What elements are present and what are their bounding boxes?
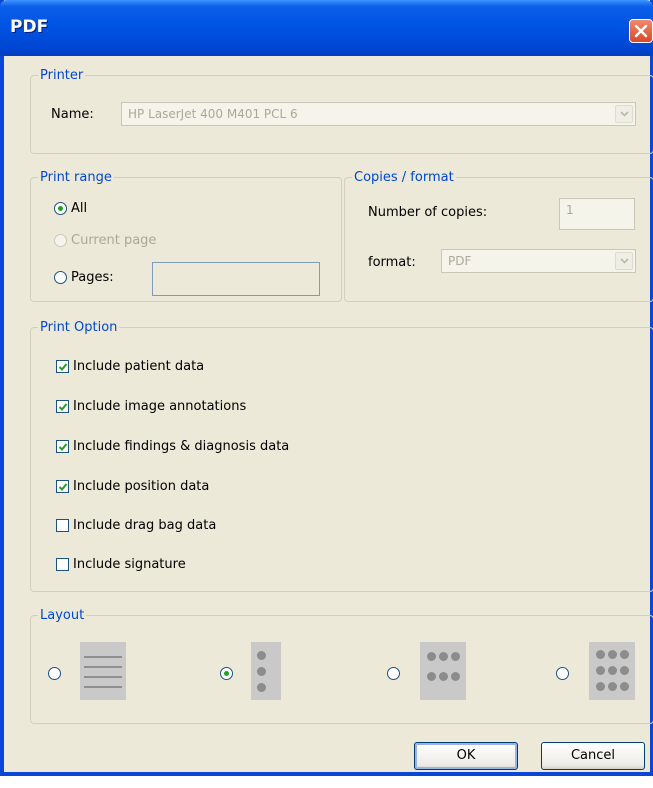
radio-current-page-label: Current page [71,233,157,248]
chevron-down-icon[interactable] [615,252,633,270]
printer-value: HP LaserJet 400 M401 PCL 6 [128,107,298,121]
dot-mark [596,650,605,659]
copies-input[interactable]: 1 [559,198,635,230]
dot-mark [596,682,605,691]
format-dropdown[interactable]: PDF [441,249,636,273]
option-label[interactable]: Include patient data [73,359,204,374]
radio-pages-label[interactable]: Pages: [71,270,114,285]
option-checkbox[interactable] [56,480,69,493]
print-option-legend: Print Option [40,320,118,335]
title-bar[interactable]: PDF [0,0,653,56]
print-dialog: Printer Name: HP LaserJet 400 M401 PCL 6… [0,0,653,776]
option-label[interactable]: Include drag bag data [73,518,216,533]
option-label[interactable]: Include signature [73,557,186,572]
option-checkbox[interactable] [56,440,69,453]
layout-radio[interactable] [220,667,233,680]
radio-pages[interactable] [54,271,67,284]
close-icon [634,24,648,38]
printer-dropdown[interactable]: HP LaserJet 400 M401 PCL 6 [121,102,636,126]
copies-format-legend: Copies / format [354,170,454,185]
print-range-legend: Print range [40,170,112,185]
dot-mark [427,672,436,681]
option-label[interactable]: Include position data [73,479,209,494]
checkmark-icon [58,483,68,491]
dot-mark [427,652,436,661]
dot-mark [451,672,460,681]
checkmark-icon [58,443,68,451]
line-mark [84,666,122,668]
dot-mark [620,682,629,691]
option-label[interactable]: Include findings & diagnosis data [73,439,289,454]
radio-all[interactable] [54,202,67,215]
checkmark-icon [58,403,68,411]
layout-legend: Layout [40,608,85,623]
lines-layout-icon[interactable] [80,642,126,700]
dot-mark [257,683,266,692]
ok-button[interactable]: OK [414,742,518,770]
checkmark-icon [58,363,68,371]
dot-mark [596,666,605,675]
printer-legend: Printer [40,68,84,83]
layout-radio[interactable] [48,667,61,680]
layout-radio[interactable] [387,667,400,680]
three-by-three-dots-icon[interactable] [589,642,635,700]
option-checkbox[interactable] [56,400,69,413]
radio-current-page [54,234,67,247]
format-value: PDF [448,254,472,268]
option-checkbox[interactable] [56,360,69,373]
dot-mark [608,666,617,675]
two-by-three-dots-icon[interactable] [420,642,466,700]
copies-format-group: Copies / format [344,170,653,302]
copies-label: Number of copies: [368,205,488,220]
close-button[interactable] [629,19,653,43]
dot-mark [439,672,448,681]
option-checkbox[interactable] [56,519,69,532]
dot-mark [257,667,266,676]
line-mark [84,686,122,688]
dot-mark [620,666,629,675]
line-mark [84,656,122,658]
option-label[interactable]: Include image annotations [73,399,246,414]
pages-input[interactable] [152,262,320,296]
line-mark [84,676,122,678]
dot-mark [620,650,629,659]
radio-all-label[interactable]: All [71,201,87,216]
format-label: format: [368,255,416,270]
cancel-button[interactable]: Cancel [541,742,645,770]
dot-mark [451,652,460,661]
dot-mark [608,682,617,691]
layout-radio[interactable] [556,667,569,680]
option-checkbox[interactable] [56,558,69,571]
copies-value: 1 [566,203,574,217]
chevron-down-icon[interactable] [615,105,633,123]
window-title: PDF [10,17,49,37]
dot-mark [257,651,266,660]
single-column-dots-icon[interactable] [251,642,281,700]
dot-mark [439,652,448,661]
dot-mark [608,650,617,659]
printer-name-label: Name: [51,107,94,122]
